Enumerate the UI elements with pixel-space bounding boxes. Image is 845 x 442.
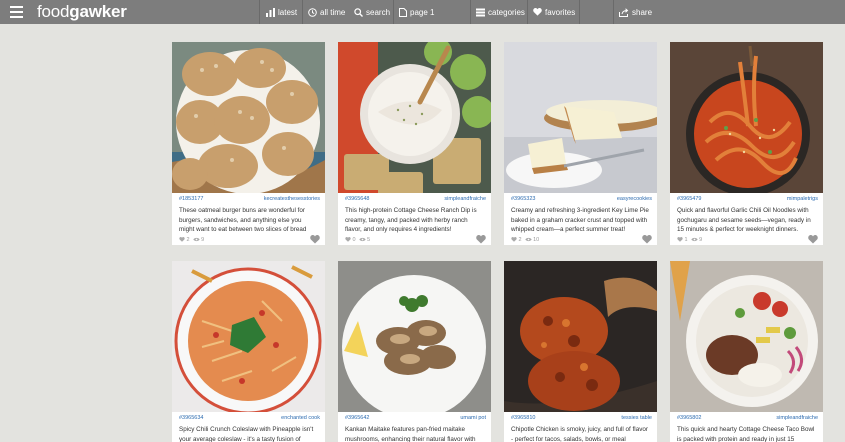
recipe-photo-taco-bowl[interactable] [670, 261, 823, 412]
recipe-description[interactable]: These oatmeal burger buns are wonderful … [172, 203, 325, 234]
nav-divider [579, 0, 580, 24]
recipe-description[interactable]: This quick and hearty Cottage Cheese Tac… [670, 422, 823, 442]
nav-divider [527, 0, 528, 24]
heart-icon [345, 237, 351, 242]
foodgawker-logo[interactable]: foodgawker [37, 2, 127, 22]
nav-latest[interactable]: latest [266, 0, 297, 24]
top-navigation-bar: foodgawker latest all time search page 1… [0, 0, 845, 24]
recipe-id: #3965479 [677, 196, 702, 202]
recipe-id: #3965642 [345, 415, 370, 421]
heart-icon [179, 237, 185, 242]
source-link[interactable]: mimpaletrigs [787, 196, 818, 202]
page-icon [399, 7, 407, 17]
view-count: 10 [524, 237, 539, 243]
source-link[interactable]: enchanted cook [281, 415, 320, 421]
bars-icon [266, 7, 275, 17]
view-count: 5 [358, 237, 370, 243]
source-link[interactable]: kecreatesthesesstories [264, 196, 320, 202]
recipe-card[interactable]: #3965642 umami pot Kankan Maitake feature… [338, 261, 491, 442]
source-link[interactable]: simpleandfraiche [776, 415, 818, 421]
nav-divider [259, 0, 260, 24]
view-count: 9 [690, 237, 702, 243]
recipe-card[interactable]: #3965648 simpleandfraiche This high-prote… [338, 42, 491, 245]
eye-icon [690, 237, 698, 242]
view-count: 9 [192, 237, 204, 243]
heart-count: 2 [511, 237, 522, 243]
recipe-description[interactable]: Creamy and refreshing 3-ingredient Key L… [504, 203, 657, 234]
recipe-description[interactable]: Quick and flavorful Garlic Chili Oil Noo… [670, 203, 823, 234]
heart-count: 0 [345, 237, 356, 243]
favorite-heart-icon[interactable] [808, 235, 818, 244]
recipe-id: #3965648 [345, 196, 370, 202]
nav-share[interactable]: share [619, 0, 652, 24]
nav-search[interactable]: search [354, 0, 390, 24]
favorite-heart-icon[interactable] [642, 235, 652, 244]
categories-icon [476, 8, 485, 16]
nav-favorites[interactable]: favorites [533, 0, 575, 24]
recipe-id: #1853177 [179, 196, 204, 202]
eye-icon [524, 237, 532, 242]
source-link[interactable]: simpleandfraiche [444, 196, 486, 202]
heart-icon [511, 237, 517, 242]
recipe-card[interactable]: #3965479 mimpaletrigs Quick and flavorful… [670, 42, 823, 245]
recipe-card[interactable]: #1853177 kecreatesthesesstories These oat… [172, 42, 325, 245]
recipe-description[interactable]: This high-protein Cottage Cheese Ranch D… [338, 203, 491, 234]
heart-count: 1 [677, 237, 688, 243]
recipe-photo-chili-oil-noodles[interactable] [670, 42, 823, 193]
nav-divider [302, 0, 303, 24]
recipe-photo-coleslaw[interactable] [172, 261, 325, 412]
source-link[interactable]: easyrecookies [617, 196, 652, 202]
eye-icon [192, 237, 200, 242]
recipe-photo-chipotle-chicken[interactable] [504, 261, 657, 412]
recipe-description[interactable]: Chipotle Chicken is smoky, juicy, and fu… [504, 422, 657, 442]
search-icon [354, 7, 363, 17]
nav-divider [470, 0, 471, 24]
nav-page[interactable]: page 1 [399, 0, 434, 24]
favorite-heart-icon[interactable] [476, 235, 486, 244]
recipe-description[interactable]: Kankan Maitake features pan-fried maitak… [338, 422, 491, 442]
recipe-card[interactable]: #3965810 tessies table Chipotle Chicken i… [504, 261, 657, 442]
favorite-heart-icon[interactable] [310, 235, 320, 244]
recipe-card[interactable]: #3965802 simpleandfraiche This quick and … [670, 261, 823, 442]
recipe-photo-oatmeal-buns[interactable] [172, 42, 325, 193]
nav-divider [393, 0, 394, 24]
heart-count: 2 [179, 237, 190, 243]
nav-categories[interactable]: categories [476, 0, 525, 24]
hamburger-menu-icon[interactable] [10, 6, 23, 18]
recipe-photo-key-lime-pie[interactable] [504, 42, 657, 193]
recipe-photo-maitake[interactable] [338, 261, 491, 412]
recipe-photo-ranch-dip[interactable] [338, 42, 491, 193]
recipe-card[interactable]: #3965634 enchanted cook Spicy Chili Crunc… [172, 261, 325, 442]
recipe-card[interactable]: #3965323 easyrecookies Creamy and refresh… [504, 42, 657, 245]
eye-icon [358, 237, 366, 242]
clock-icon [308, 7, 317, 17]
source-link[interactable]: tessies table [621, 415, 652, 421]
heart-icon [677, 237, 683, 242]
recipe-description[interactable]: Spicy Chili Crunch Coleslaw with Pineapp… [172, 422, 325, 442]
source-link[interactable]: umami pot [460, 415, 486, 421]
nav-all-time[interactable]: all time [308, 0, 345, 24]
nav-divider [613, 0, 614, 24]
recipe-id: #3965323 [511, 196, 536, 202]
recipe-id: #3965810 [511, 415, 536, 421]
recipe-id: #3965802 [677, 415, 702, 421]
heart-icon [533, 8, 542, 16]
share-icon [619, 7, 629, 17]
recipe-id: #3965634 [179, 415, 204, 421]
